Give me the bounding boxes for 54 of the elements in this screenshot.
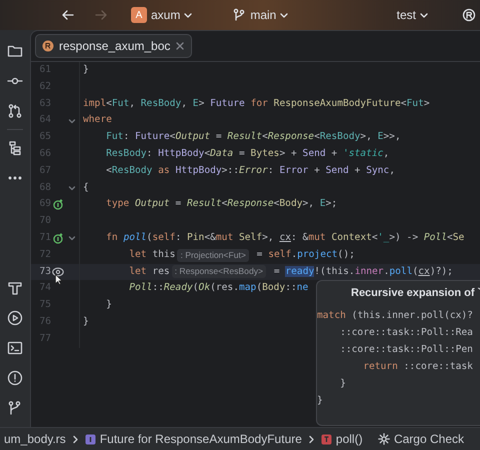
code-text: <ResBody as HttpBody>::Error: Error + Send + Sync, — [105, 164, 395, 178]
breadcrumb-item[interactable]: um_body.rs — [4, 432, 66, 446]
gear-icon — [378, 433, 390, 445]
trait-impl-icon — [84, 434, 96, 444]
code-text: where — [83, 113, 112, 128]
rust-file-icon — [42, 40, 54, 52]
editor-tab[interactable]: response_axum_boc — [35, 34, 192, 58]
chevron-down-icon — [420, 11, 428, 19]
code-text: match (this.inner.poll(cx)? — [317, 309, 473, 323]
pull-request-icon[interactable] — [7, 103, 23, 119]
inlay-hint: : Projection<Fut> — [177, 248, 249, 262]
run-icon[interactable] — [7, 310, 23, 326]
chevron-right-icon — [308, 434, 315, 444]
code-text: } — [317, 394, 323, 408]
close-icon[interactable] — [175, 41, 186, 51]
code-text: ResBody: HttpBody<Data = Bytes> + Send + 'static, — [105, 146, 390, 161]
chevron-down-icon — [280, 11, 288, 19]
code-text: return ::core::task — [362, 360, 473, 374]
code-text: } — [83, 63, 89, 77]
branch-selector[interactable]: main — [232, 8, 288, 22]
code-text: = self.project(); — [256, 248, 355, 262]
code-text: } — [105, 298, 112, 312]
folder-icon[interactable] — [7, 43, 23, 59]
structure-icon[interactable] — [7, 140, 23, 156]
terminal-icon[interactable] — [7, 340, 23, 356]
macro-expand-icon[interactable] — [52, 266, 64, 277]
code-text: Fut: Future<Output = Result<Response<ResBody>, E>>, — [105, 130, 401, 144]
code-text: let res — [128, 264, 170, 279]
run-config-selector[interactable]: test — [396, 8, 428, 22]
code-text: type Output = Result<Response<Body>, E>; — [105, 197, 338, 212]
breadcrumb-item[interactable]: poll() — [320, 432, 363, 446]
line-number: 73 — [38, 264, 51, 279]
code-text: fn poll(self: Pin<&mut Self>, cx: &mut Context<'_>) -> Poll<Se — [105, 230, 464, 245]
problems-icon[interactable] — [7, 370, 23, 386]
implements-icon[interactable] — [52, 199, 64, 210]
chevron-down-icon — [184, 11, 192, 19]
code-text: ::core::task::Poll::Pen — [339, 343, 473, 357]
code-text: } — [339, 377, 346, 391]
project-selector[interactable]: A axum — [131, 7, 192, 23]
cargo-check-button[interactable]: Cargo Check — [378, 432, 464, 446]
git-icon[interactable] — [7, 400, 23, 416]
code-text: Poll::Ready(Ok(res.map(Body::ne — [128, 281, 308, 296]
code-text: = ready!(this.inner.poll(cx)?); — [272, 264, 453, 279]
code-text: } — [83, 314, 89, 329]
breadcrumb-item[interactable]: Future for ResponseAxumBodyFuture — [84, 432, 302, 446]
implements-icon[interactable] — [52, 232, 64, 244]
inlay-hint: : Response<ResBody> — [172, 265, 266, 278]
branch-icon — [232, 8, 246, 22]
code-text: { — [83, 180, 89, 195]
code-text: impl<Fut, ResBody, E> Future for ResponseAxumBodyFuture<Fut> — [83, 96, 430, 111]
code-text: ::core::task::Poll::Rea — [339, 326, 473, 340]
code-text: let this — [128, 248, 176, 262]
chevron-right-icon — [72, 434, 79, 444]
function-icon — [320, 434, 332, 444]
